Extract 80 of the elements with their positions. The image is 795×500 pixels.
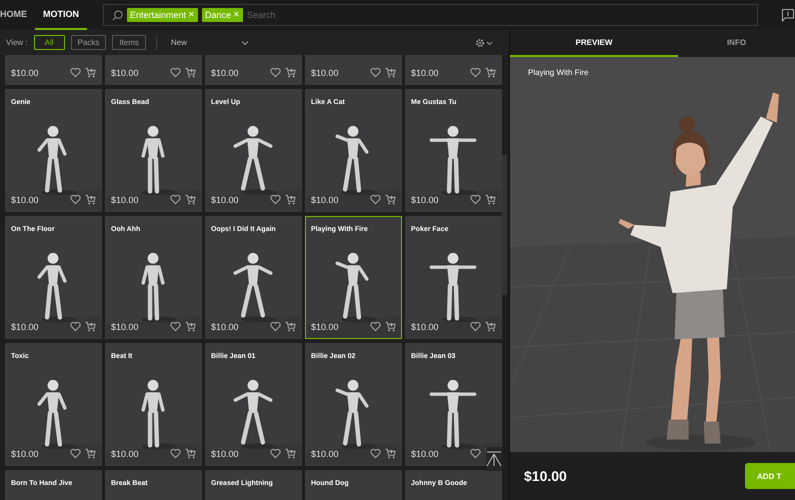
card-price: $10.00 <box>111 448 139 458</box>
heart-icon[interactable] <box>370 67 381 78</box>
card-price: $10.00 <box>411 448 439 458</box>
add-to-cart-icon[interactable] <box>485 67 496 78</box>
heart-icon[interactable] <box>70 194 81 205</box>
view-label: View : <box>6 38 28 47</box>
add-to-cart-icon[interactable] <box>285 448 296 459</box>
card-price: $10.00 <box>311 448 339 458</box>
panel-tab[interactable]: INFO <box>678 30 795 57</box>
add-to-cart-icon[interactable] <box>85 321 96 332</box>
add-to-cart-icon[interactable] <box>185 194 196 205</box>
card-price: $10.00 <box>211 68 239 78</box>
view-filter-button[interactable]: Packs <box>70 35 106 50</box>
card-price: $10.00 <box>411 68 439 78</box>
heart-icon[interactable] <box>270 67 281 78</box>
heart-icon[interactable] <box>170 448 181 459</box>
add-to-cart-icon[interactable] <box>485 194 496 205</box>
card-price: $10.00 <box>11 448 39 458</box>
tag-label: Entertainment <box>130 10 186 20</box>
preview-title: Playing With Fire <box>528 68 588 77</box>
card-price: $10.00 <box>311 68 339 78</box>
add-to-cart-icon[interactable] <box>385 448 396 459</box>
add-to-cart-icon[interactable] <box>185 321 196 332</box>
add-to-cart-icon[interactable] <box>485 321 496 332</box>
add-to-cart-icon[interactable] <box>385 194 396 205</box>
add-to-cart-icon[interactable] <box>185 448 196 459</box>
scroll-top-button[interactable] <box>486 447 502 471</box>
card-price: $10.00 <box>11 194 39 204</box>
add-to-cart-icon[interactable] <box>85 448 96 459</box>
tag-label: Dance <box>205 10 232 20</box>
heart-icon[interactable] <box>470 448 481 459</box>
add-to-cart-icon[interactable] <box>185 67 196 78</box>
heart-icon[interactable] <box>170 194 181 205</box>
heart-icon[interactable] <box>270 321 281 332</box>
motion-card[interactable]: $10.00 <box>405 55 502 85</box>
card-price: $10.00 <box>111 194 139 204</box>
card-price: $10.00 <box>11 322 39 332</box>
add-to-cart-icon[interactable] <box>385 67 396 78</box>
heart-icon[interactable] <box>170 321 181 332</box>
preview-price: $10.00 <box>524 468 567 484</box>
settings-icon[interactable] <box>475 38 495 48</box>
heart-icon[interactable] <box>170 67 181 78</box>
heart-icon[interactable] <box>70 67 81 78</box>
heart-icon[interactable] <box>270 448 281 459</box>
card-price: $10.00 <box>311 322 339 332</box>
add-to-cart-icon[interactable] <box>285 67 296 78</box>
add-to-cart-icon[interactable] <box>85 67 96 78</box>
card-price: $10.00 <box>211 448 239 458</box>
heart-icon[interactable] <box>270 194 281 205</box>
message-icon[interactable] <box>782 8 794 22</box>
nav-tab[interactable]: HOME <box>0 0 35 30</box>
card-price: $10.00 <box>211 322 239 332</box>
heart-icon[interactable] <box>70 448 81 459</box>
card-price: $10.00 <box>311 194 339 204</box>
heart-icon[interactable] <box>370 321 381 332</box>
heart-icon[interactable] <box>470 321 481 332</box>
heart-icon[interactable] <box>70 321 81 332</box>
add-to-cart-icon[interactable] <box>285 321 296 332</box>
card-price: $10.00 <box>111 68 139 78</box>
chevron-icon <box>240 40 249 46</box>
heart-icon[interactable] <box>470 194 481 205</box>
heart-icon[interactable] <box>370 194 381 205</box>
search-icon <box>112 10 123 20</box>
heart-icon[interactable] <box>470 67 481 78</box>
add-to-cart-icon[interactable] <box>85 194 96 205</box>
view-filter-button[interactable]: All <box>34 35 65 50</box>
card-price: $10.00 <box>11 68 39 78</box>
card-price: $10.00 <box>211 194 239 204</box>
add-to-cart-icon[interactable] <box>385 321 396 332</box>
view-filter-button[interactable]: Items <box>112 35 146 50</box>
motion-card[interactable]: $10.00 <box>305 55 402 85</box>
card-price: $10.00 <box>411 194 439 204</box>
heart-icon[interactable] <box>370 448 381 459</box>
motion-card[interactable]: $10.00 <box>5 55 102 85</box>
motion-card[interactable]: $10.00 <box>105 55 202 85</box>
motion-card[interactable]: $10.00 <box>205 55 302 85</box>
add-to-cart-icon[interactable] <box>285 194 296 205</box>
card-price: $10.00 <box>411 322 439 332</box>
sort-dropdown[interactable]: New <box>166 38 249 47</box>
card-price: $10.00 <box>111 322 139 332</box>
